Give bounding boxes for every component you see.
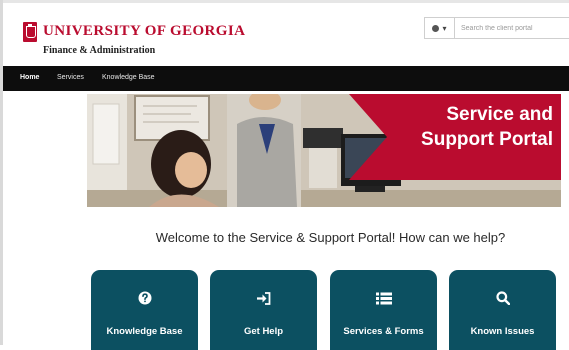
hero-banner: Service and Support Portal <box>87 94 561 207</box>
sign-in-icon <box>257 291 271 305</box>
search-icon <box>495 291 510 305</box>
site-header: UNIVERSITY OF GEORGIA Finance & Administ… <box>3 3 569 66</box>
tile-label: Known Issues <box>470 326 535 337</box>
known-issues-tile[interactable]: Known Issues <box>449 270 556 350</box>
tile-label: Services & Forms <box>343 326 424 337</box>
chevron-down-icon: ▾ <box>442 23 447 33</box>
globe-icon <box>432 24 440 32</box>
uga-arch-logo-icon[interactable] <box>23 22 37 42</box>
question-circle-icon <box>138 291 151 305</box>
nav-item-knowledge-base[interactable]: Knowledge Base <box>102 74 155 81</box>
hero-title: Service and Support Portal <box>421 102 553 152</box>
nav-item-services[interactable]: Services <box>57 74 84 81</box>
hero-title-line-2: Support Portal <box>421 129 553 150</box>
list-icon <box>375 292 392 304</box>
university-title[interactable]: UNIVERSITY OF GEORGIA <box>43 23 245 40</box>
services-forms-tile[interactable]: Services & Forms <box>330 270 437 350</box>
get-help-tile[interactable]: Get Help <box>210 270 317 350</box>
hero-title-line-1: Service and <box>446 104 553 125</box>
tile-label: Get Help <box>243 326 284 337</box>
department-subtitle: Finance & Administration <box>43 45 156 56</box>
search-input[interactable] <box>455 17 569 39</box>
language-selector-button[interactable]: ▾ <box>424 17 455 39</box>
main-navigation: Home Services Knowledge Base <box>3 66 569 91</box>
knowledge-base-tile[interactable]: Knowledge Base <box>91 270 198 350</box>
welcome-heading: Welcome to the Service & Support Portal!… <box>0 230 569 245</box>
nav-item-home[interactable]: Home <box>20 74 39 81</box>
welcome-text: Welcome to the Service & Support Portal!… <box>155 230 506 245</box>
tile-label: Knowledge Base <box>106 326 183 337</box>
